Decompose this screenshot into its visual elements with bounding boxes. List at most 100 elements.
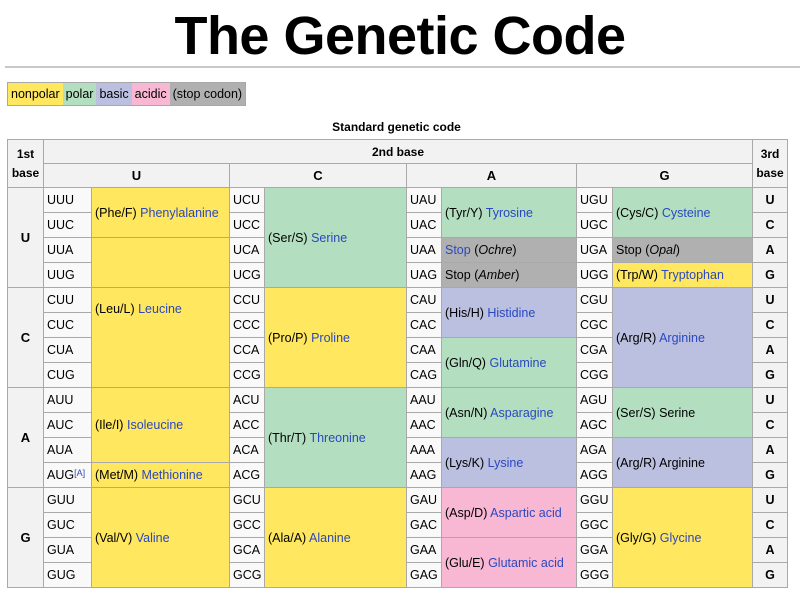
- legend-stop-codon: (stop codon): [169, 83, 246, 105]
- amino-acid-link[interactable]: Isoleucine: [127, 418, 183, 432]
- third-base-label: G: [752, 562, 789, 588]
- amino-acid-link[interactable]: Lysine: [488, 456, 524, 470]
- amino-acid-cell: (Ala/A) Alanine: [264, 487, 407, 588]
- amino-abbreviation: (Gly/G): [616, 530, 657, 545]
- footnote-link[interactable]: [A]: [74, 468, 85, 478]
- amino-acid-link[interactable]: Methionine: [142, 468, 203, 482]
- codon-cell: ACG: [229, 462, 265, 488]
- third-base-label: G: [752, 262, 789, 288]
- codon-label: AAC: [410, 418, 436, 432]
- amino-acid-link[interactable]: Phenylalanine: [140, 206, 219, 220]
- amino-acid-link[interactable]: Proline: [311, 331, 350, 345]
- legend-basic: basic: [96, 83, 132, 105]
- amino-acid-link[interactable]: Asparagine: [490, 406, 553, 420]
- codon-cell: GUG: [43, 562, 92, 588]
- codon-label: GGA: [580, 543, 608, 557]
- amino-acid-cell: (Met/M) Methionine: [91, 462, 230, 488]
- codon-cell: UGC: [576, 212, 613, 238]
- codon-cell: UUC: [43, 212, 92, 238]
- codon-cell: CCG: [229, 362, 265, 388]
- amino-acid-cell: (His/H) Histidine: [441, 287, 577, 338]
- third-base-label: C: [752, 212, 789, 238]
- codon-cell: GAC: [406, 512, 442, 538]
- amino-acid-cell: (Leu/L) Leucine: [91, 287, 230, 388]
- codon-cell: UGA: [576, 237, 613, 263]
- codon-cell: CAA: [406, 337, 442, 363]
- codon-label: ACC: [233, 418, 260, 432]
- third-base-label: C: [752, 412, 789, 438]
- amino-acid-link[interactable]: Serine: [311, 231, 347, 245]
- codon-cell: ACU: [229, 387, 265, 413]
- codon-label: UUC: [47, 218, 75, 232]
- second-base-A: A: [406, 163, 577, 188]
- codon-label: ACU: [233, 393, 260, 407]
- amino-acid-name: Stop: [445, 268, 471, 282]
- codon-cell: AGG: [576, 462, 613, 488]
- amino-abbreviation: (Val/V): [95, 530, 133, 545]
- amino-acid-cell: (Val/V) Valine: [91, 487, 230, 588]
- codon-cell: GCA: [229, 537, 265, 563]
- amino-acid-cell: Stop (Opal): [611, 237, 754, 263]
- amino-abbreviation: (Gln/Q): [445, 355, 486, 370]
- codon-cell: UCG: [229, 262, 265, 288]
- amino-acid-cell: (Arg/R) Arginine: [611, 437, 754, 488]
- codon-cell: CCA: [229, 337, 265, 363]
- codon-cell: CGU: [576, 287, 613, 313]
- second-base-C: C: [229, 163, 407, 188]
- codon-label: AAG: [410, 468, 437, 482]
- third-base-label: U: [752, 287, 789, 313]
- codon-label: UCC: [233, 218, 261, 232]
- amino-abbreviation: (Lys/K): [445, 455, 485, 470]
- amino-abbreviation: (Arg/R): [616, 330, 657, 345]
- amino-acid-link[interactable]: Threonine: [309, 431, 365, 445]
- legend-polar: polar: [62, 83, 97, 105]
- amino-acid-link[interactable]: Glutamine: [489, 356, 546, 370]
- codon-label: CUA: [47, 343, 74, 357]
- codon-cell: UUG: [43, 262, 92, 288]
- amino-acid-link[interactable]: Alanine: [309, 531, 351, 545]
- codon-cell: UAU: [406, 187, 442, 213]
- amino-acid-link[interactable]: Histidine: [487, 306, 535, 320]
- amino-abbreviation: (Ala/A): [268, 530, 307, 545]
- codon-label: UGG: [580, 268, 609, 282]
- amino-acid-link[interactable]: Tryptophan: [661, 268, 724, 282]
- amino-acid-cell: (Phe/F) Phenylalanine: [91, 187, 230, 238]
- codon-cell: GGG: [576, 562, 613, 588]
- amino-acid-link[interactable]: Valine: [136, 531, 170, 545]
- amino-acid-link[interactable]: Tyrosine: [486, 206, 533, 220]
- codon-label: GUG: [47, 568, 76, 582]
- codon-label: GCU: [233, 493, 261, 507]
- codon-cell: GUC: [43, 512, 92, 538]
- amino-acid-link[interactable]: Arginine: [659, 331, 705, 345]
- stop-codon-nickname: Ochre: [478, 243, 513, 257]
- codon-cell: CUU: [43, 287, 92, 313]
- amino-acid-link[interactable]: Leucine: [138, 302, 182, 316]
- third-base-label: G: [752, 462, 789, 488]
- codon-cell: AAA: [406, 437, 442, 463]
- codon-label: AUG: [47, 468, 75, 482]
- codon-label: CCC: [233, 318, 261, 332]
- page-title: The Genetic Code: [174, 6, 626, 66]
- codon-label: GGG: [580, 568, 610, 582]
- codon-cell: AUU: [43, 387, 92, 413]
- codon-label: UGU: [580, 193, 608, 207]
- amino-acid-cell: (Ile/I) Isoleucine: [91, 387, 230, 463]
- amino-acid-link[interactable]: Glutamic acid: [488, 556, 564, 570]
- codon-label: GUA: [47, 543, 75, 557]
- amino-abbreviation: (Thr/T): [268, 430, 307, 445]
- stop-codon-nickname: Opal: [649, 243, 676, 257]
- amino-acid-link[interactable]: Glycine: [660, 531, 702, 545]
- amino-acid-link[interactable]: Aspartic acid: [490, 506, 562, 520]
- codon-label: CGC: [580, 318, 608, 332]
- amino-acid-cell: (Asn/N) Asparagine: [441, 387, 577, 438]
- amino-acid-link[interactable]: Cysteine: [662, 206, 711, 220]
- third-base-label: A: [752, 337, 789, 363]
- codon-label: GCG: [233, 568, 262, 582]
- codon-label: CGA: [580, 343, 608, 357]
- codon-label: GCC: [233, 518, 261, 532]
- codon-label: CAA: [410, 343, 436, 357]
- codon-label: AGA: [580, 443, 607, 457]
- codon-cell: GCU: [229, 487, 265, 513]
- codon-label: UCA: [233, 243, 260, 257]
- amino-acid-link[interactable]: Stop: [445, 243, 471, 257]
